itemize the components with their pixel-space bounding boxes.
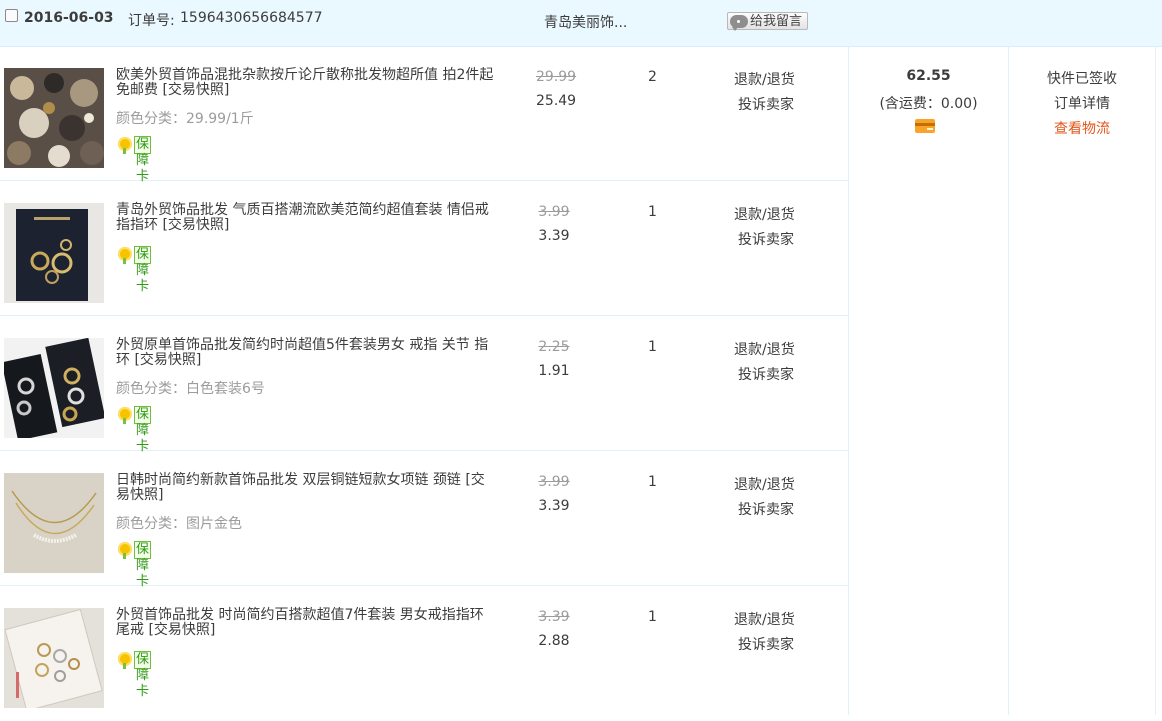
column-divider [1155,46,1156,715]
order-item-row: 外贸首饰品批发 时尚简约百搭款超值7件套装 男女戒指指环尾戒 [交易快照] 保障… [0,586,848,721]
product-thumbnail[interactable] [4,473,104,573]
quantity: 1 [648,609,657,625]
product-thumbnail[interactable] [4,203,104,303]
guarantee-card-label: 保障卡 [134,541,152,589]
original-price: 3.99 [538,474,570,490]
order-total: 62.55 [906,68,951,84]
actual-price: 25.49 [536,93,577,109]
leave-message-label: 给我留言 [750,14,803,29]
quantity: 1 [648,474,657,490]
complain-seller-link[interactable]: 投诉卖家 [738,229,794,249]
refund-return-link[interactable]: 退款/退货 [734,474,795,494]
refund-return-link[interactable]: 退款/退货 [734,609,795,629]
guarantee-card-label: 保障卡 [134,406,152,454]
product-thumbnail[interactable] [4,608,104,708]
product-title-link[interactable]: 外贸首饰品批发 时尚简约百搭款超值7件套装 男女戒指指环尾戒 [交易快照] [116,608,496,638]
card-payment-icon[interactable] [915,119,935,133]
order-number-label: 订单号: [128,13,175,29]
original-price: 29.99 [536,69,577,85]
refund-return-link[interactable]: 退款/退货 [734,204,795,224]
shipping-fee: (含运费：0.00) [879,96,978,112]
original-price: 3.99 [538,204,570,220]
order-select-checkbox[interactable] [5,9,18,22]
column-divider [1008,46,1009,715]
actual-price: 2.88 [538,633,570,649]
product-sku: 颜色分类：白色套装6号 [116,381,265,397]
message-bubble-icon [730,15,748,31]
original-price: 3.39 [538,609,570,625]
order-detail-link[interactable]: 订单详情 [1010,93,1154,113]
shop-name-link[interactable]: 青岛美丽饰... [544,12,627,32]
quantity: 1 [648,339,657,355]
column-divider [848,46,849,715]
view-logistics-link[interactable]: 查看物流 [1010,118,1154,138]
guarantee-card-label: 保障卡 [134,651,152,699]
actual-price: 3.39 [538,498,570,514]
product-thumbnail[interactable] [4,338,104,438]
order-date: 2016-06-03 [24,10,114,26]
refund-return-link[interactable]: 退款/退货 [734,69,795,89]
guarantee-card-label: 保障卡 [134,246,152,294]
product-title-link[interactable]: 欧美外贸首饰品混批杂款按斤论斤散称批发物超所值 拍2件起免邮费 [交易快照] [116,68,496,98]
actual-price: 1.91 [538,363,570,379]
order-item-row: 青岛外贸饰品批发 气质百搭潮流欧美范简约超值套装 情侣戒指指环 [交易快照] 保… [0,181,848,316]
original-price: 2.25 [538,339,570,355]
refund-return-link[interactable]: 退款/退货 [734,339,795,359]
order-header: 2016-06-03 订单号: 1596430656684577 青岛美丽饰..… [0,0,1162,47]
product-title-link[interactable]: 日韩时尚简约新款首饰品批发 双层铜链短款女项链 颈链 [交易快照] [116,473,496,503]
order-item-row: 欧美外贸首饰品混批杂款按斤论斤散称批发物超所值 拍2件起免邮费 [交易快照] 颜… [0,46,848,184]
product-title-link[interactable]: 外贸原单首饰品批发简约时尚超值5件套装男女 戒指 关节 指环 [交易快照] [116,338,496,368]
order-number: 1596430656684577 [180,10,323,26]
delivery-status: 快件已签收 [1047,71,1117,87]
product-title-link[interactable]: 青岛外贸饰品批发 气质百搭潮流欧美范简约超值套装 情侣戒指指环 [交易快照] [116,203,496,233]
leave-message-button[interactable]: 给我留言 [727,12,808,31]
quantity: 1 [648,204,657,220]
complain-seller-link[interactable]: 投诉卖家 [738,499,794,519]
complain-seller-link[interactable]: 投诉卖家 [738,634,794,654]
guarantee-card-label: 保障卡 [134,136,152,184]
actual-price: 3.39 [538,228,570,244]
product-sku: 颜色分类：29.99/1斤 [116,111,254,127]
quantity: 2 [648,69,657,85]
complain-seller-link[interactable]: 投诉卖家 [738,364,794,384]
order-item-row: 日韩时尚简约新款首饰品批发 双层铜链短款女项链 颈链 [交易快照] 颜色分类：图… [0,451,848,589]
product-sku: 颜色分类：图片金色 [116,516,242,532]
order-item-row: 外贸原单首饰品批发简约时尚超值5件套装男女 戒指 关节 指环 [交易快照] 颜色… [0,316,848,454]
product-thumbnail[interactable] [4,68,104,168]
complain-seller-link[interactable]: 投诉卖家 [738,94,794,114]
